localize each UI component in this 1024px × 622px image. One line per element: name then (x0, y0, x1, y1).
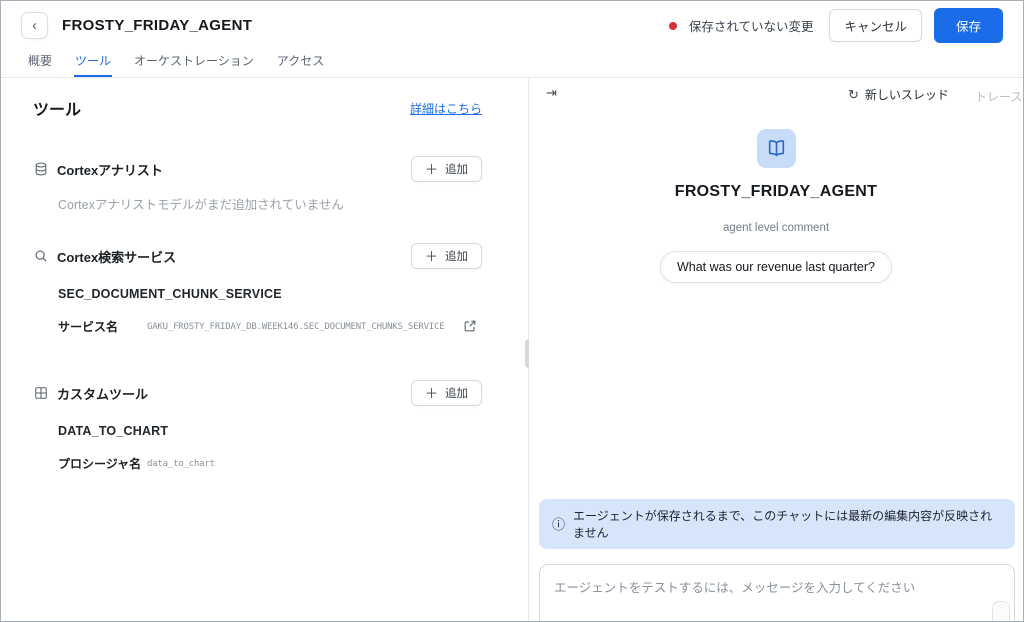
add-analyst-button[interactable]: ＋ 追加 (410, 156, 482, 182)
add-label: 追加 (445, 388, 468, 400)
info-icon: ⓘ (552, 516, 566, 532)
add-label: 追加 (445, 251, 468, 263)
tab-orchestration[interactable]: オーケストレーション (133, 50, 255, 77)
tools-panel-head: ツール 詳細はこちら (33, 96, 482, 120)
chat-bottom: ⓘ エージェントが保存されるまで、このチャットには最新の編集内容が反映されません (539, 499, 1015, 621)
notice-text: エージェントが保存されるまで、このチャットには最新の編集内容が反映されません (573, 509, 993, 540)
new-thread-button[interactable]: ↻ 新しいスレッド (848, 86, 949, 103)
chat-intro: FROSTY_FRIDAY_AGENT agent level comment … (529, 129, 1023, 283)
collapse-panel-icon[interactable]: ⇥ (546, 86, 557, 99)
section-cortex-analyst: Cortexアナリスト ＋ 追加 Cortexアナリストモデルがまだ追加されてい… (33, 156, 482, 213)
unsaved-notice-banner: ⓘ エージェントが保存されるまで、このチャットには最新の編集内容が反映されません (539, 499, 1015, 549)
refresh-icon: ↻ (848, 87, 859, 102)
main-content: ツール 詳細はこちら Cortexアナリスト ＋ 追加 Cortexアナリストモ… (1, 78, 1023, 621)
agent-name: FROSTY_FRIDAY_AGENT (674, 183, 878, 200)
tab-access[interactable]: アクセス (276, 50, 325, 77)
chevron-left-icon: ‹ (32, 17, 37, 34)
tab-overview[interactable]: 概要 (27, 50, 53, 77)
add-label: 追加 (445, 164, 468, 176)
section-title: Cortex検索サービス (57, 249, 177, 265)
back-button[interactable]: ‹ (21, 12, 48, 39)
chat-input-wrap (539, 564, 1015, 621)
details-link[interactable]: 詳細はこちら (410, 100, 482, 117)
page-title: FROSTY_FRIDAY_AGENT (62, 17, 253, 34)
external-link-icon[interactable] (463, 319, 478, 334)
section-cortex-search: Cortex検索サービス ＋ 追加 SEC_DOCUMENT_CHUNK_SER… (33, 243, 482, 335)
agent-comment: agent level comment (722, 222, 830, 234)
section-head: Cortex検索サービス ＋ 追加 (33, 243, 482, 269)
avatar (756, 129, 796, 168)
tab-tools[interactable]: ツール (74, 50, 113, 77)
new-thread-label: 新しいスレッド (864, 88, 949, 102)
book-icon (768, 140, 784, 157)
search-service-name: SEC_DOCUMENT_CHUNK_SERVICE (58, 287, 282, 301)
tools-heading: ツール (33, 102, 82, 119)
custom-tool-name: DATA_TO_CHART (58, 424, 169, 438)
plus-icon: ＋ (424, 248, 438, 264)
add-custom-tool-button[interactable]: ＋ 追加 (410, 380, 482, 406)
unsaved-changes-dot (668, 21, 677, 30)
section-custom-tools: カスタムツール ＋ 追加 DATA_TO_CHART プロシージャ名 data_… (33, 380, 482, 472)
field-label: サービス名 (58, 320, 119, 334)
suggestion-pill[interactable]: What was our revenue last quarter? (659, 251, 893, 283)
plus-icon: ＋ (424, 161, 438, 177)
chat-message-input[interactable] (539, 564, 1015, 621)
tab-bar: 概要 ツール オーケストレーション アクセス (1, 50, 1023, 78)
section-head: Cortexアナリスト ＋ 追加 (33, 156, 482, 182)
procedure-name-row: プロシージャ名 data_to_chart (58, 455, 482, 472)
service-name-row: サービス名 GAKU_FROSTY_FRIDAY_DB.WEEK146.SEC_… (58, 318, 482, 335)
send-button[interactable] (992, 601, 1010, 621)
service-fqn-value: GAKU_FROSTY_FRIDAY_DB.WEEK146.SEC_DOCUME… (147, 321, 445, 332)
section-title: Cortexアナリスト (57, 162, 163, 178)
tools-panel: ツール 詳細はこちら Cortexアナリスト ＋ 追加 Cortexアナリストモ… (1, 78, 532, 621)
search-icon (33, 249, 48, 264)
database-icon (33, 162, 48, 177)
section-head: カスタムツール ＋ 追加 (33, 380, 482, 406)
analyst-empty-text: Cortexアナリストモデルがまだ追加されていません (58, 198, 344, 212)
section-title: カスタムツール (57, 386, 149, 402)
plus-icon: ＋ (424, 385, 438, 401)
chat-panel: ⇥ ↻ 新しいスレッド トレースを表示 FROSTY_FRIDAY_AGENT … (529, 78, 1023, 621)
save-button[interactable]: 保存 (933, 8, 1003, 43)
field-label: プロシージャ名 (58, 457, 142, 471)
procedure-value: data_to_chart (147, 458, 215, 469)
grid-plus-icon (33, 386, 48, 401)
agent-editor-window: { "header": { "title": "FROSTY_FRIDAY_AG… (0, 0, 1024, 622)
header: ‹ FROSTY_FRIDAY_AGENT 保存されていない変更 キャンセル 保… (1, 1, 1023, 50)
header-actions: 保存されていない変更 キャンセル 保存 (668, 8, 1003, 43)
show-traces-link[interactable]: トレースを表示 (975, 88, 1023, 105)
unsaved-changes-label: 保存されていない変更 (688, 20, 814, 34)
cancel-button[interactable]: キャンセル (829, 9, 922, 42)
add-search-service-button[interactable]: ＋ 追加 (410, 243, 482, 269)
